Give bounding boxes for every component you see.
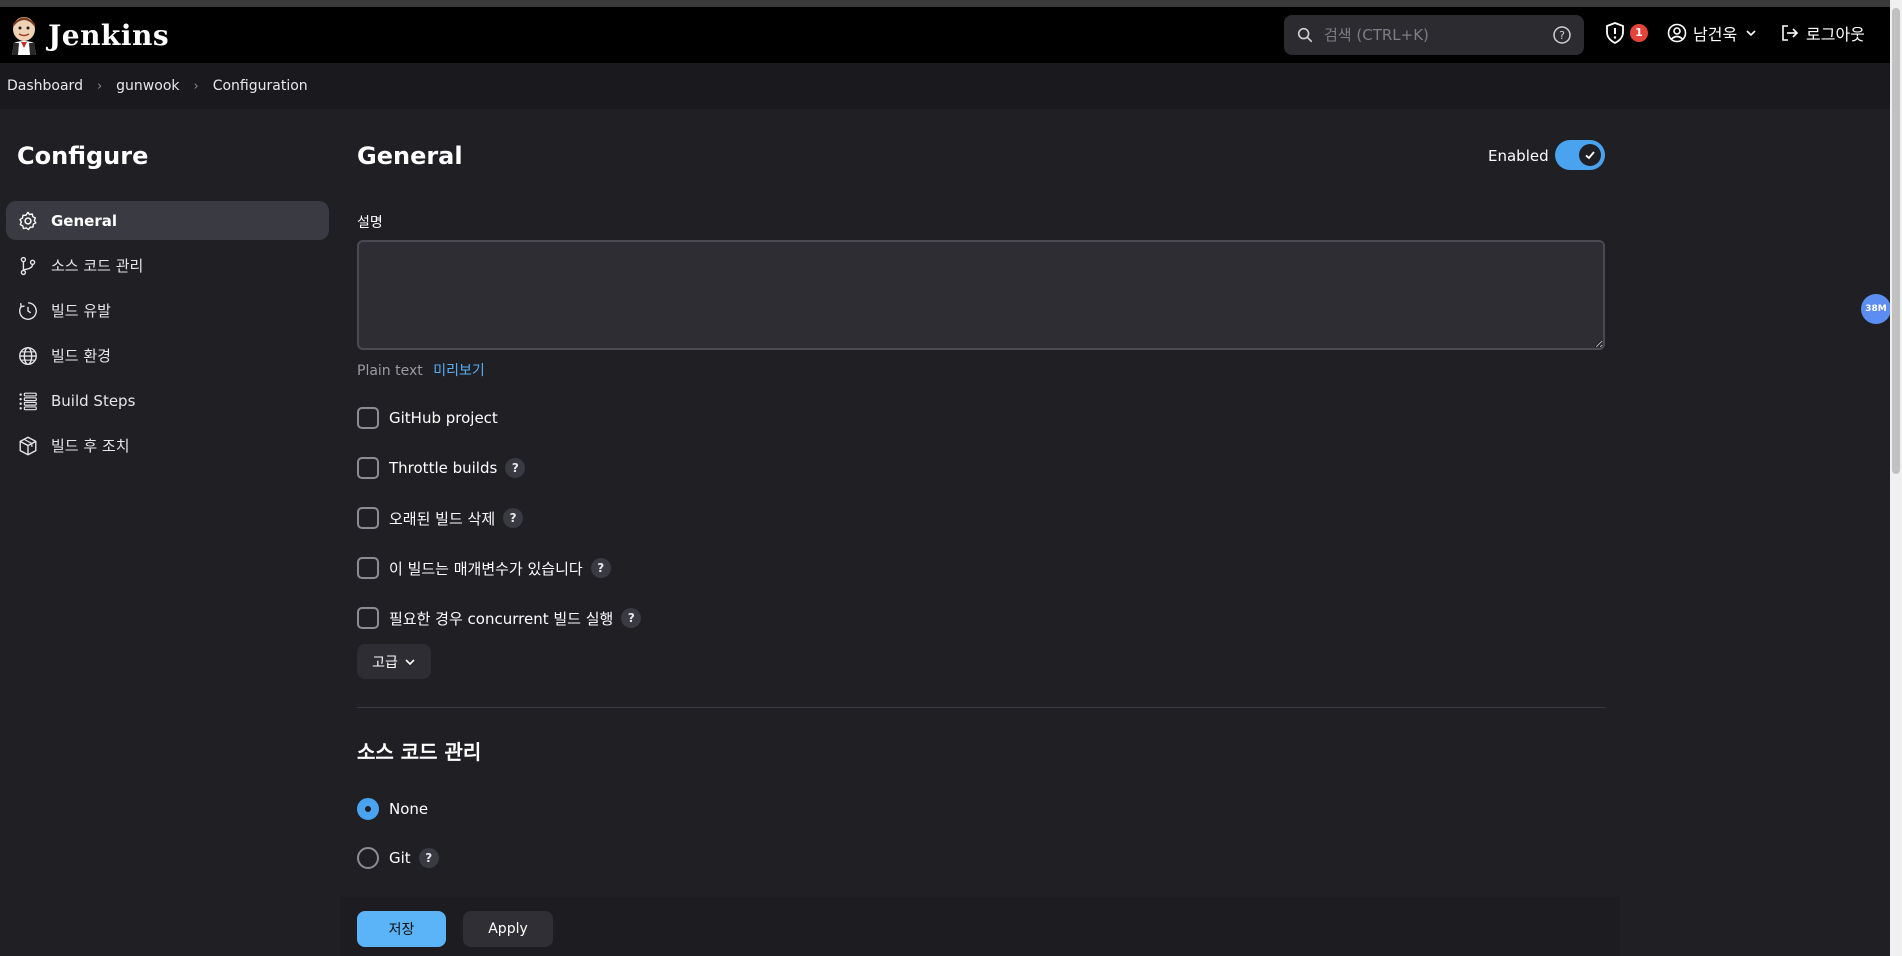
section-title-general: General bbox=[357, 142, 463, 170]
scm-option-git[interactable]: Git ? bbox=[357, 847, 439, 869]
option-label: 오래된 빌드 삭제 bbox=[389, 509, 496, 528]
user-menu[interactable]: 남건욱 bbox=[1667, 21, 1757, 45]
breadcrumb-project[interactable]: gunwook bbox=[116, 78, 179, 94]
search-box[interactable]: ? bbox=[1284, 15, 1584, 55]
list-icon bbox=[19, 392, 37, 410]
chevron-right-icon: › bbox=[96, 78, 103, 94]
section-title-scm: 소스 코드 관리 bbox=[357, 740, 482, 764]
help-icon[interactable]: ? bbox=[503, 508, 524, 528]
preview-link[interactable]: 미리보기 bbox=[433, 363, 485, 379]
checkbox[interactable] bbox=[357, 407, 379, 429]
user-icon bbox=[1667, 23, 1687, 43]
help-icon[interactable]: ? bbox=[621, 608, 642, 628]
chevron-down-icon bbox=[405, 658, 415, 665]
markup-format-line: Plain text 미리보기 bbox=[357, 360, 485, 380]
jenkins-logo-link[interactable]: Jenkins bbox=[6, 15, 169, 55]
security-alerts-button[interactable]: 1 bbox=[1604, 21, 1648, 45]
sidebar-item-label: 빌드 후 조치 bbox=[51, 437, 130, 455]
chevron-right-icon: › bbox=[193, 78, 199, 94]
branch-icon bbox=[20, 256, 36, 275]
apply-button[interactable]: Apply bbox=[463, 911, 553, 947]
sidebar-item-label: General bbox=[51, 211, 117, 230]
sidebar-item-environment[interactable]: 빌드 환경 bbox=[6, 336, 329, 375]
checkbox[interactable] bbox=[357, 607, 379, 629]
clock-icon bbox=[19, 301, 37, 320]
option-label: Throttle builds bbox=[389, 459, 498, 477]
radio-label: Git bbox=[389, 849, 411, 867]
logout-button[interactable]: 로그아웃 bbox=[1780, 21, 1865, 45]
help-icon[interactable]: ? bbox=[505, 458, 526, 478]
enabled-toggle[interactable] bbox=[1555, 140, 1605, 170]
cube-icon bbox=[19, 436, 37, 455]
section-divider bbox=[357, 707, 1605, 708]
svg-text:?: ? bbox=[1559, 29, 1565, 42]
sidebar-item-label: 소스 코드 관리 bbox=[51, 257, 144, 275]
option-label: 이 빌드는 매개변수가 있습니다 bbox=[389, 559, 583, 578]
toggle-knob bbox=[1579, 144, 1601, 166]
breadcrumb-dashboard[interactable]: Dashboard bbox=[7, 78, 83, 94]
top-header: Jenkins ? 1 남건욱 bbox=[0, 7, 1890, 63]
option-parameterized[interactable]: 이 빌드는 매개변수가 있습니다 ? bbox=[357, 557, 611, 579]
sidebar-item-label: 빌드 유발 bbox=[51, 302, 111, 320]
chevron-down-icon bbox=[1746, 30, 1756, 37]
breadcrumb-configuration[interactable]: Configuration bbox=[213, 78, 308, 94]
logout-label: 로그아웃 bbox=[1806, 25, 1865, 44]
logout-icon bbox=[1782, 25, 1799, 41]
checkbox[interactable] bbox=[357, 457, 379, 479]
enabled-label: Enabled bbox=[1488, 147, 1549, 165]
radio-button[interactable] bbox=[357, 798, 379, 820]
plain-text-label: Plain text bbox=[357, 363, 423, 379]
app-name: Jenkins bbox=[48, 18, 170, 52]
sidebar-item-build-steps[interactable]: Build Steps bbox=[6, 381, 329, 420]
sidebar-item-triggers[interactable]: 빌드 유발 bbox=[6, 291, 329, 330]
sidebar-item-general[interactable]: General bbox=[6, 201, 329, 240]
search-icon bbox=[1297, 27, 1313, 43]
radio-label: None bbox=[389, 800, 429, 818]
window-top-strip bbox=[0, 0, 1902, 7]
sidebar-item-scm[interactable]: 소스 코드 관리 bbox=[6, 246, 329, 285]
globe-icon bbox=[19, 346, 37, 365]
search-input[interactable] bbox=[1324, 26, 1534, 44]
help-icon[interactable]: ? bbox=[590, 558, 611, 578]
breadcrumb: Dashboard › gunwook › Configuration bbox=[0, 63, 1890, 109]
option-label: 필요한 경우 concurrent 빌드 실행 bbox=[389, 609, 614, 628]
help-circle-icon[interactable]: ? bbox=[1552, 25, 1572, 45]
user-name: 남건욱 bbox=[1693, 25, 1738, 44]
radio-button[interactable] bbox=[357, 847, 379, 869]
gear-icon bbox=[19, 211, 37, 230]
description-textarea[interactable] bbox=[357, 240, 1605, 350]
security-count-badge: 1 bbox=[1630, 24, 1648, 42]
checkbox[interactable] bbox=[357, 507, 379, 529]
option-github-project[interactable]: GitHub project bbox=[357, 407, 498, 429]
sidebar-nav: General 소스 코드 관리 빌드 유발 빌드 환경 Build Steps… bbox=[6, 201, 329, 471]
sidebar-item-label: Build Steps bbox=[51, 391, 136, 410]
scm-option-none[interactable]: None bbox=[357, 798, 428, 820]
checkbox[interactable] bbox=[357, 557, 379, 579]
description-label: 설명 bbox=[357, 215, 383, 231]
sidebar-title: Configure bbox=[17, 142, 149, 170]
save-button[interactable]: 저장 bbox=[357, 911, 446, 947]
sidebar-item-post-build[interactable]: 빌드 후 조치 bbox=[6, 426, 329, 465]
sidebar-item-label: 빌드 환경 bbox=[51, 347, 111, 365]
option-concurrent-builds[interactable]: 필요한 경우 concurrent 빌드 실행 ? bbox=[357, 607, 642, 629]
option-label: GitHub project bbox=[389, 409, 498, 427]
shield-alert-icon bbox=[1606, 22, 1624, 45]
check-icon bbox=[1585, 151, 1595, 160]
scrollbar-thumb[interactable] bbox=[1892, 8, 1900, 474]
floating-extension-badge[interactable]: 38M bbox=[1861, 294, 1891, 324]
option-discard-old-builds[interactable]: 오래된 빌드 삭제 ? bbox=[357, 507, 524, 529]
option-throttle-builds[interactable]: Throttle builds ? bbox=[357, 457, 526, 479]
jenkins-butler-icon bbox=[12, 17, 36, 55]
help-icon[interactable]: ? bbox=[418, 848, 439, 868]
advanced-label: 고급 bbox=[372, 654, 398, 671]
advanced-button[interactable]: 고급 bbox=[357, 644, 431, 679]
